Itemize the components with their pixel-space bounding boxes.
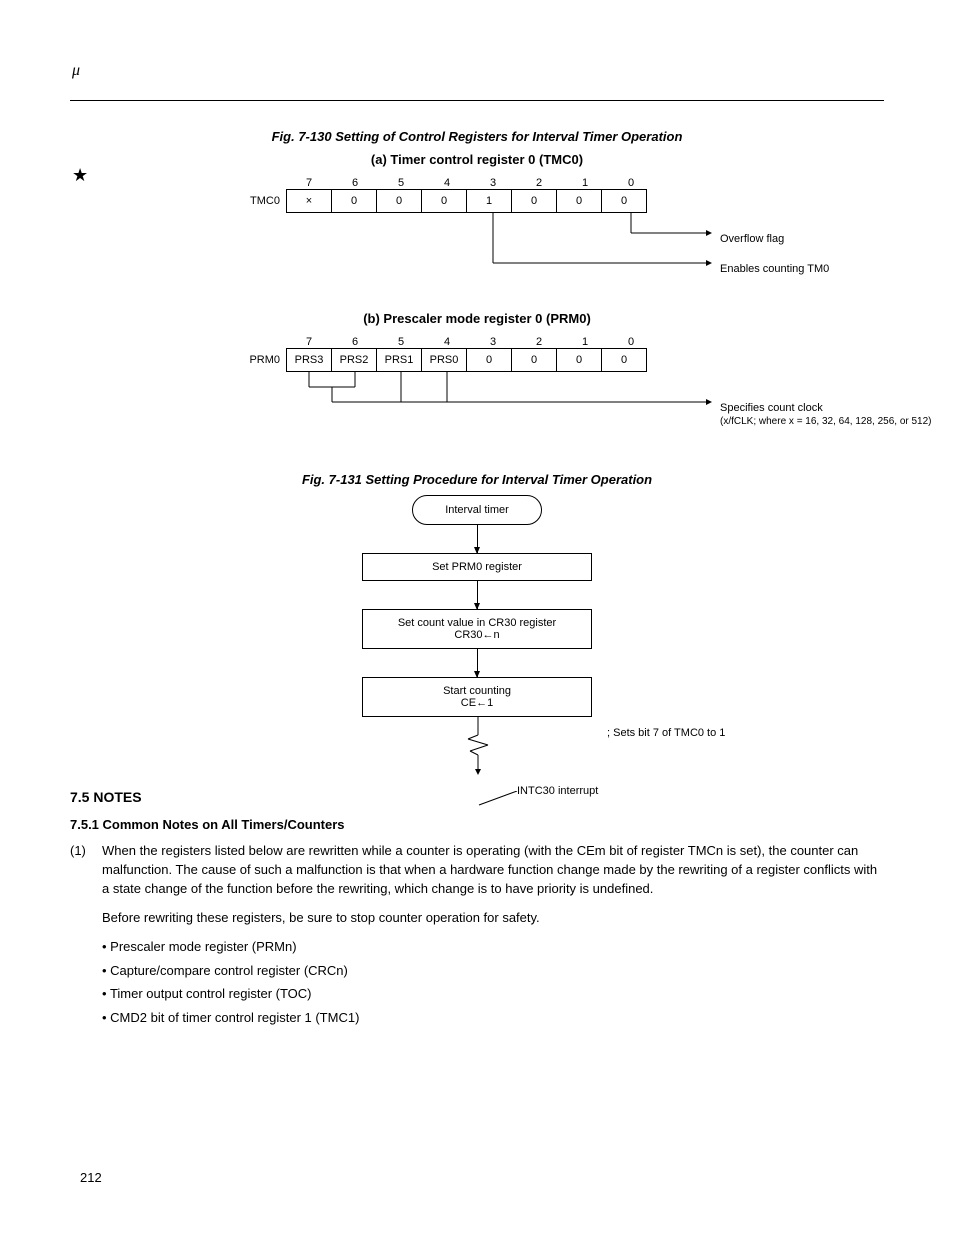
reg-cell: PRS3 [286, 348, 332, 372]
note-text: Before rewriting these registers, be sur… [102, 909, 884, 928]
bit-num: 3 [470, 336, 516, 348]
mu-symbol: μ [72, 62, 80, 80]
reg-cell: 0 [331, 189, 377, 213]
bit-num: 4 [424, 177, 470, 189]
bit-num: 2 [516, 177, 562, 189]
star-icon: ★ [72, 165, 88, 186]
reg-cell: PRS0 [421, 348, 467, 372]
callout-overflow: Overflow flag [720, 233, 784, 245]
arrow-down-icon [477, 649, 478, 677]
reg-cell: 0 [511, 189, 557, 213]
note-text: When the registers listed below are rewr… [102, 842, 884, 899]
bit-num: 7 [286, 177, 332, 189]
list-item: Prescaler mode register (PRMn) [102, 935, 884, 958]
bit-num: 7 [286, 336, 332, 348]
bit-num: 1 [562, 336, 608, 348]
bit-num: 2 [516, 336, 562, 348]
reg-cell: 0 [376, 189, 422, 213]
callout-clock: Specifies count clock [720, 402, 823, 414]
reg-cell: 0 [556, 348, 602, 372]
flow-step-start: Start counting CE←1 [362, 677, 592, 717]
note-item: (1) When the registers listed below are … [70, 842, 884, 899]
tmc0-register-diagram: 7 6 5 4 3 2 1 0 TMC0 × 0 0 0 1 0 0 0 Ove… [240, 177, 940, 283]
page-number: 212 [80, 1170, 102, 1185]
bit-num: 5 [378, 336, 424, 348]
subsection-heading: 7.5.1 Common Notes on All Timers/Counter… [70, 817, 884, 832]
fig-130a-subcaption: (a) Timer control register 0 (TMC0) [70, 152, 884, 167]
bit-num: 6 [332, 336, 378, 348]
reg-cell: PRS2 [331, 348, 377, 372]
list-item: Timer output control register (TOC) [102, 982, 884, 1005]
arrow-down-icon [477, 525, 478, 553]
reg-cell: × [286, 189, 332, 213]
fig-130-caption: Fig. 7-130 Setting of Control Registers … [70, 129, 884, 144]
flow-text: CE←1 [461, 697, 493, 709]
reg-cell: 0 [421, 189, 467, 213]
bullet-list: Prescaler mode register (PRMn) Capture/c… [102, 935, 884, 1029]
flow-text: CR30←n [454, 629, 499, 641]
flow-text: Start counting [443, 685, 511, 697]
reg-label-prm0: PRM0 [240, 354, 286, 366]
reg-cell: 0 [601, 189, 647, 213]
reg-cell: 0 [511, 348, 557, 372]
fig-130b-subcaption: (b) Prescaler mode register 0 (PRM0) [70, 311, 884, 326]
flow-note-tmc0: ; Sets bit 7 of TMC0 to 1 [607, 727, 787, 739]
flow-text: Set count value in CR30 register [398, 617, 556, 629]
list-item: Capture/compare control register (CRCn) [102, 959, 884, 982]
reg-label-tmc0: TMC0 [240, 195, 286, 207]
reg-cell: 0 [466, 348, 512, 372]
note-num: (1) [70, 842, 102, 899]
arrow-down-icon [477, 581, 478, 609]
flowchart: Interval timer Set PRM0 register Set cou… [327, 495, 627, 765]
bit-num: 1 [562, 177, 608, 189]
list-item: CMD2 bit of timer control register 1 (TM… [102, 1006, 884, 1029]
prm0-register-diagram: 7 6 5 4 3 2 1 0 PRM0 PRS3 PRS2 PRS1 PRS0… [240, 336, 940, 427]
callout-clock-sub: (x/fCLK; where x = 16, 32, 64, 128, 256,… [720, 416, 932, 427]
callout-enable: Enables counting TM0 [720, 263, 829, 275]
flow-start: Interval timer [412, 495, 542, 525]
fig-131-caption: Fig. 7-131 Setting Procedure for Interva… [70, 472, 884, 487]
reg-cell: 0 [556, 189, 602, 213]
zig-line [477, 717, 478, 765]
bit-num: 5 [378, 177, 424, 189]
bit-num: 3 [470, 177, 516, 189]
header-divider [70, 100, 884, 101]
flow-step-cr30: Set count value in CR30 register CR30←n [362, 609, 592, 649]
bit-num: 6 [332, 177, 378, 189]
reg-cell: PRS1 [376, 348, 422, 372]
bit-num: 0 [608, 336, 654, 348]
reg-cell: 0 [601, 348, 647, 372]
bit-num: 0 [608, 177, 654, 189]
flow-step-prm0: Set PRM0 register [362, 553, 592, 581]
reg-cell: 1 [466, 189, 512, 213]
bit-num: 4 [424, 336, 470, 348]
